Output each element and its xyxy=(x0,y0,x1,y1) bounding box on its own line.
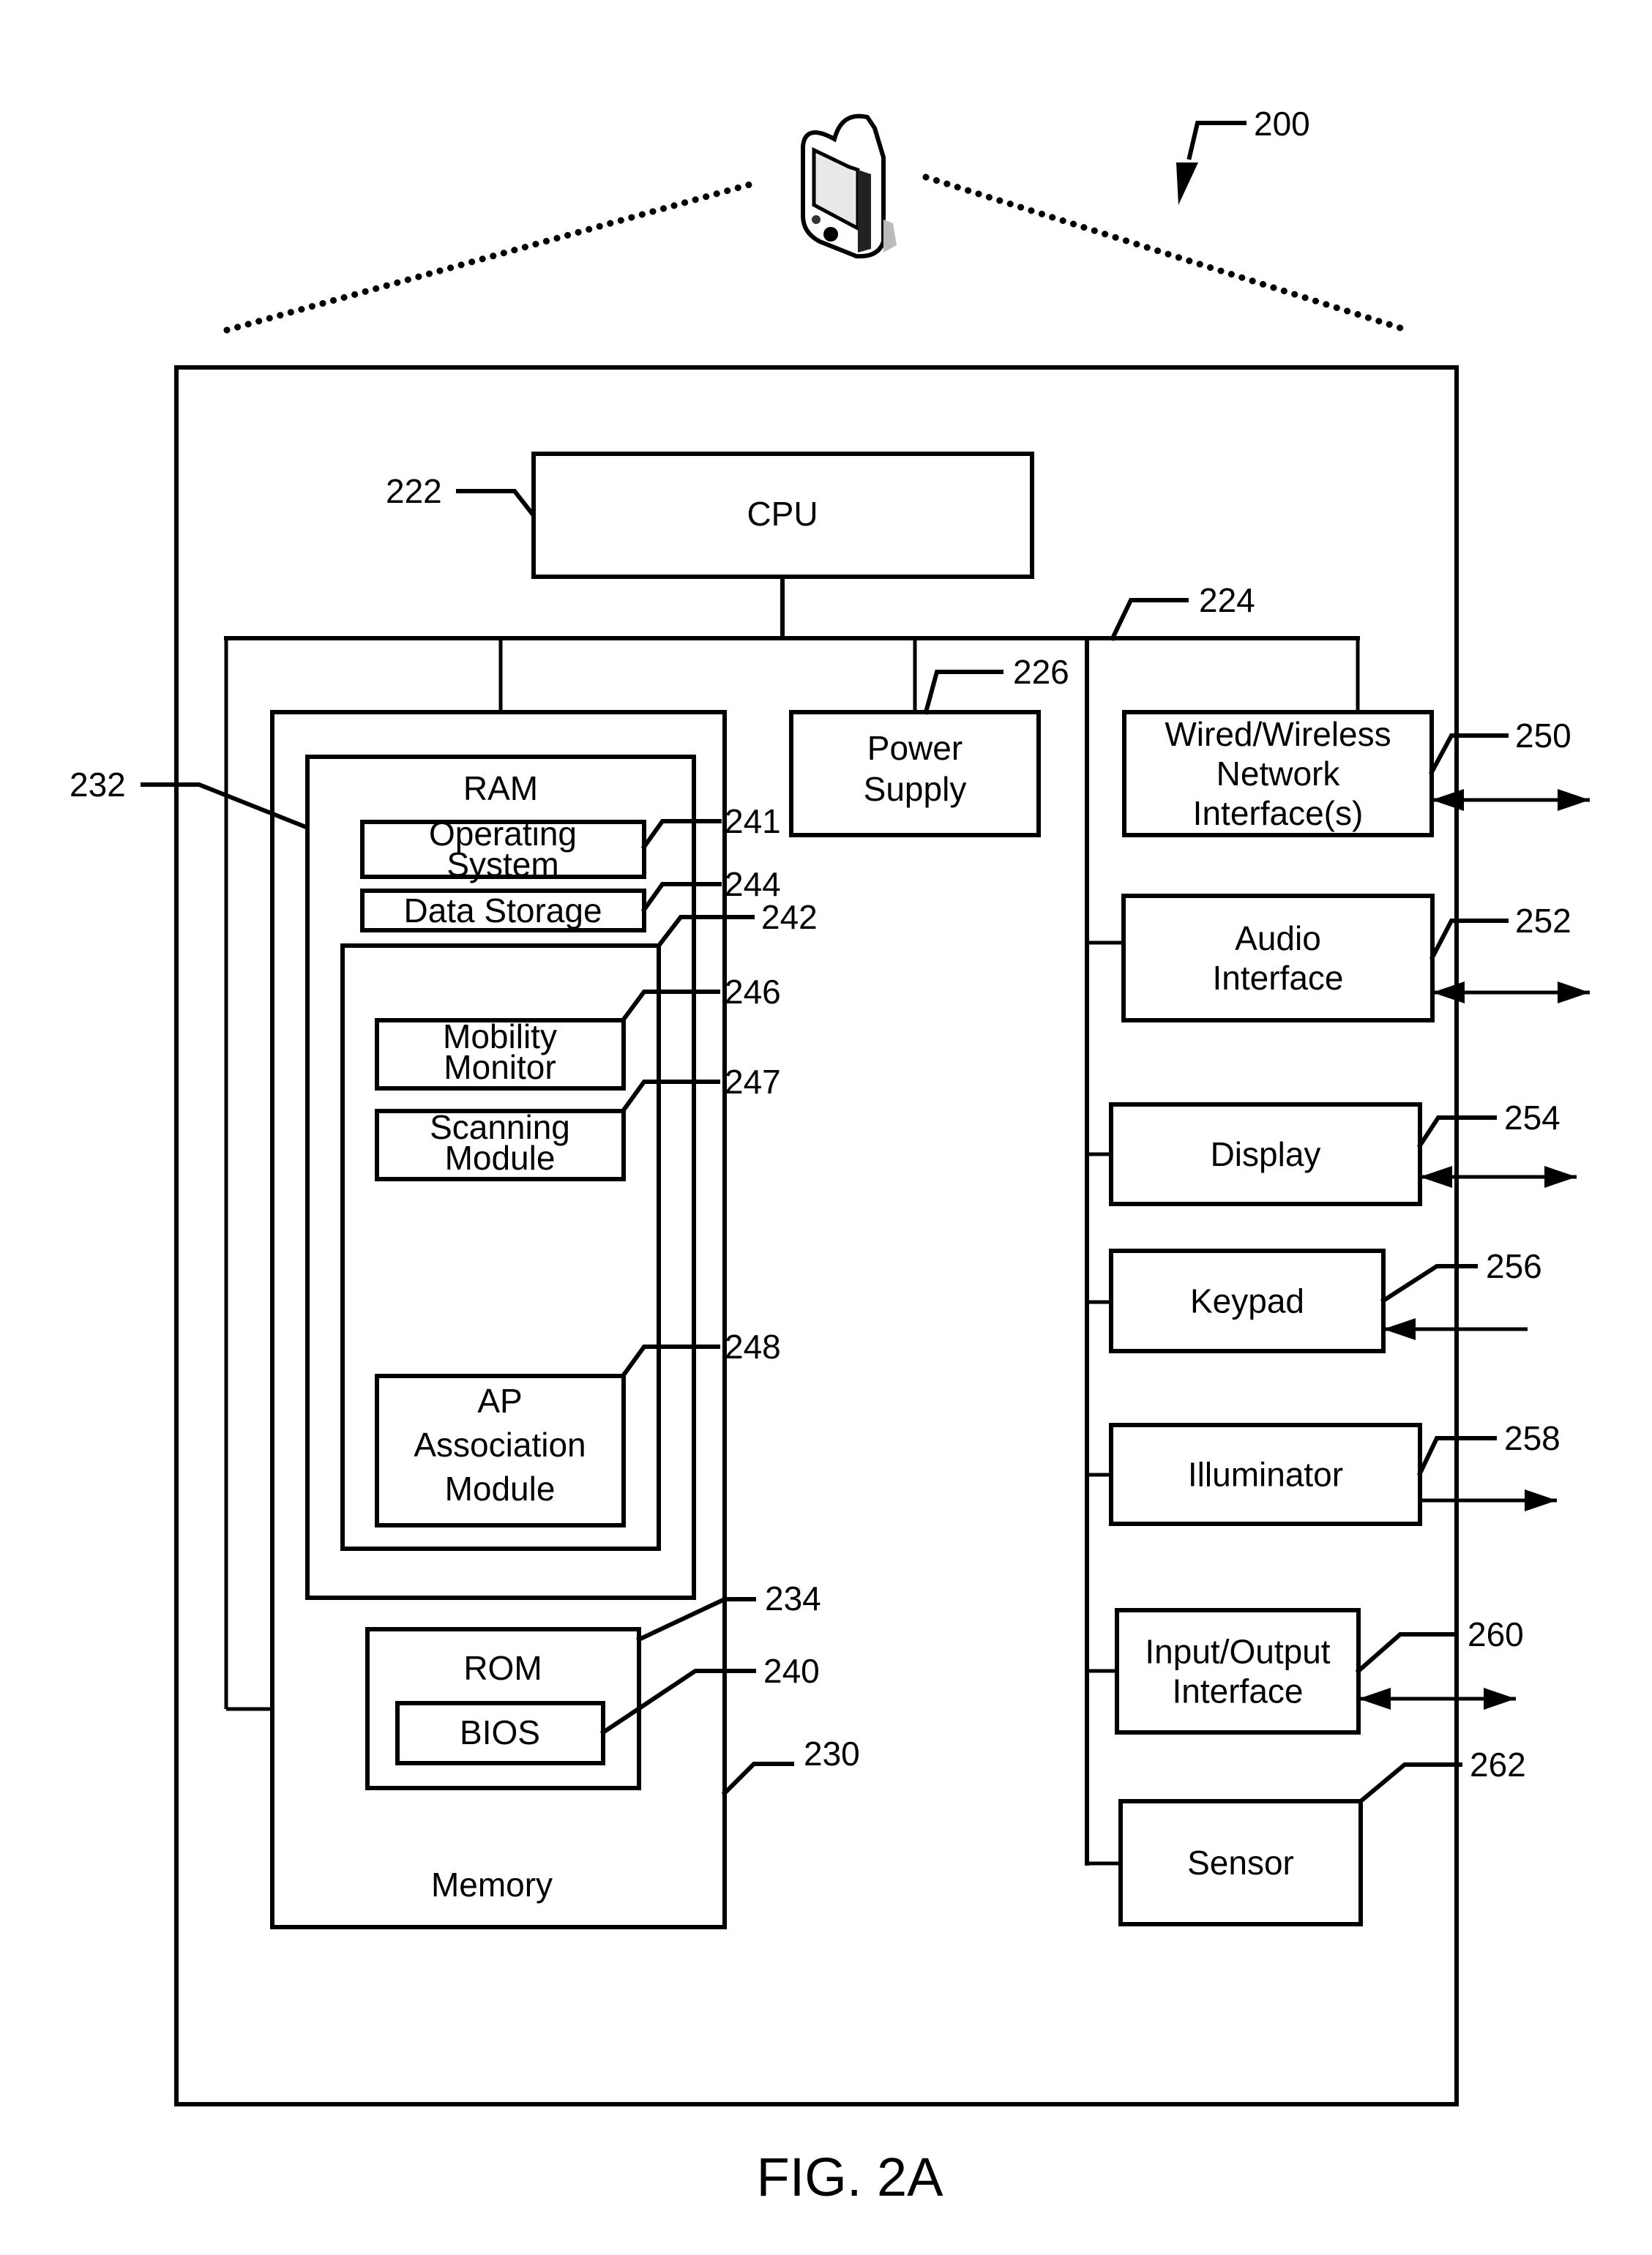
rom-label: ROM xyxy=(463,1649,542,1687)
power-supply-label-2: Supply xyxy=(864,770,967,808)
display-label-1: Display xyxy=(1211,1135,1321,1173)
peripherals: Wired/WirelessNetworkInterface(s) 250 Audi… xyxy=(1109,710,1590,1926)
ref-232: 232 xyxy=(70,766,126,804)
ref-246: 246 xyxy=(725,973,781,1011)
memory-label: Memory xyxy=(431,1866,553,1904)
display-block: Display 254 xyxy=(1109,1099,1577,1206)
leader-260 xyxy=(1355,1632,1457,1675)
projection-line-left xyxy=(223,179,759,334)
ap-association-label-3: Module xyxy=(445,1470,556,1508)
ref-230: 230 xyxy=(804,1735,860,1773)
ap-association-label-2: Association xyxy=(414,1426,586,1464)
ref-222: 222 xyxy=(386,472,442,510)
data-storage-label: Data Storage xyxy=(403,891,602,930)
figure-caption: FIG. 2A xyxy=(757,2147,944,2207)
audio-box xyxy=(1121,894,1435,1022)
network-io-arrow xyxy=(1432,789,1590,811)
leader-224 xyxy=(1109,598,1189,642)
io-interface-label-2: Interface xyxy=(1173,1672,1304,1710)
ref-200: 200 xyxy=(1254,105,1310,143)
io-interface-io-arrow xyxy=(1358,1688,1516,1710)
mobile-phone-icon xyxy=(801,113,897,259)
ref-224: 224 xyxy=(1199,581,1255,619)
figure-ref-arrow xyxy=(1176,121,1247,205)
ap-association-label-1: AP xyxy=(477,1382,522,1420)
ref-241: 241 xyxy=(725,802,781,840)
ref-254: 254 xyxy=(1504,1099,1561,1137)
audio-io-arrow xyxy=(1432,981,1590,1003)
ref-234: 234 xyxy=(765,1579,821,1618)
illuminator-io-arrow xyxy=(1420,1489,1557,1511)
bios-label: BIOS xyxy=(460,1713,540,1751)
io-interface-label-1: Input/Output xyxy=(1145,1633,1330,1671)
ref-260: 260 xyxy=(1468,1615,1524,1653)
leader-250 xyxy=(1428,733,1509,776)
network-label-2: Network xyxy=(1216,755,1341,793)
ref-248: 248 xyxy=(725,1328,781,1366)
audio-block: AudioInterface 252 xyxy=(1121,894,1590,1022)
display-io-arrow xyxy=(1420,1166,1577,1188)
ref-258: 258 xyxy=(1504,1419,1561,1457)
ref-250: 250 xyxy=(1515,717,1571,755)
mobility-monitor-label-2: Monitor xyxy=(444,1048,556,1086)
network-block: Wired/WirelessNetworkInterface(s) 250 xyxy=(1122,710,1590,837)
ref-262: 262 xyxy=(1470,1746,1526,1784)
network-label-3: Interface(s) xyxy=(1193,794,1364,832)
leader-256 xyxy=(1380,1264,1478,1304)
io-interface-block: Input/OutputInterface 260 xyxy=(1115,1608,1524,1735)
ram-label: RAM xyxy=(463,769,538,807)
leader-262 xyxy=(1357,1762,1462,1805)
ref-226: 226 xyxy=(1013,653,1069,691)
network-label-1: Wired/Wireless xyxy=(1165,715,1391,753)
ref-252: 252 xyxy=(1515,902,1571,940)
sensor-block: Sensor 262 xyxy=(1118,1746,1526,1926)
leader-252 xyxy=(1429,919,1509,961)
audio-label-1: Audio xyxy=(1235,919,1321,957)
io-interface-box xyxy=(1115,1608,1361,1735)
block-diagram: 200 CPU 222 224 Power Supply 226 Memory … xyxy=(70,105,1590,2207)
operating-system-label-2: System xyxy=(446,845,558,883)
leader-222 xyxy=(456,489,537,518)
leader-230 xyxy=(721,1762,794,1797)
ref-247: 247 xyxy=(725,1063,781,1101)
illuminator-block: Illuminator 258 xyxy=(1109,1419,1561,1526)
keypad-label-1: Keypad xyxy=(1190,1282,1304,1320)
illuminator-label-1: Illuminator xyxy=(1188,1456,1343,1494)
sensor-label-1: Sensor xyxy=(1187,1844,1294,1882)
keypad-block: Keypad 256 xyxy=(1109,1247,1542,1353)
projection-line-right xyxy=(922,173,1404,332)
leader-226 xyxy=(923,670,1003,715)
ref-256: 256 xyxy=(1486,1247,1542,1285)
ref-242: 242 xyxy=(761,898,818,936)
cpu-label: CPU xyxy=(747,495,818,533)
ref-240: 240 xyxy=(763,1652,820,1690)
scanning-module-label-2: Module xyxy=(445,1139,556,1177)
power-supply-label-1: Power xyxy=(867,729,963,767)
audio-label-2: Interface xyxy=(1213,959,1344,997)
